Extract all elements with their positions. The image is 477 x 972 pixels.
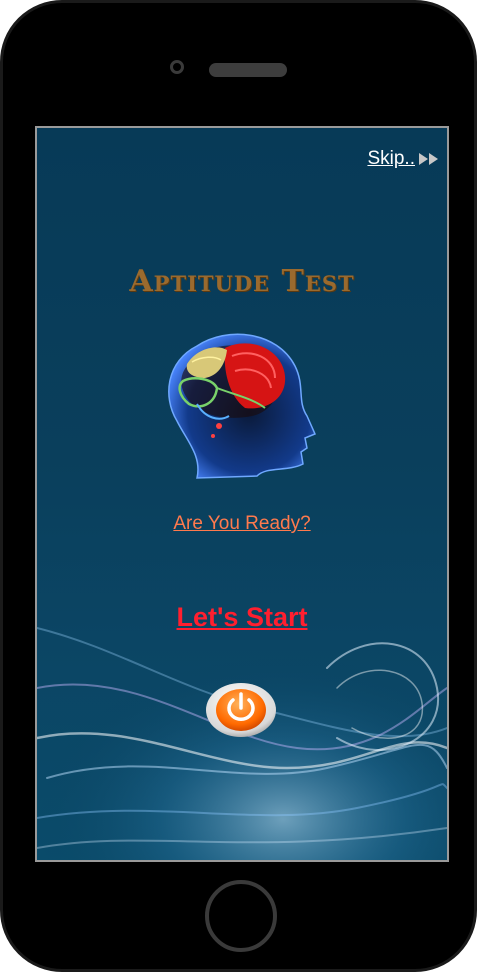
home-button[interactable] bbox=[205, 880, 277, 952]
phone-frame: Skip.. Aptitude Test Are You Ready? Let'… bbox=[0, 0, 477, 972]
front-camera bbox=[170, 60, 184, 74]
fast-forward-icon bbox=[419, 153, 438, 165]
brain-head-illustration bbox=[168, 333, 317, 479]
background-light-streaks bbox=[37, 588, 447, 860]
lets-start-link[interactable]: Let's Start bbox=[37, 602, 447, 633]
skip-button[interactable]: Skip.. bbox=[367, 148, 439, 170]
earpiece-speaker bbox=[209, 63, 287, 77]
page-title: Aptitude Test bbox=[129, 264, 355, 299]
app-screen: Skip.. Aptitude Test Are You Ready? Let'… bbox=[35, 126, 449, 862]
power-button[interactable] bbox=[205, 682, 277, 742]
are-you-ready-link[interactable]: Are You Ready? bbox=[37, 513, 447, 535]
skip-label: Skip.. bbox=[367, 148, 415, 169]
